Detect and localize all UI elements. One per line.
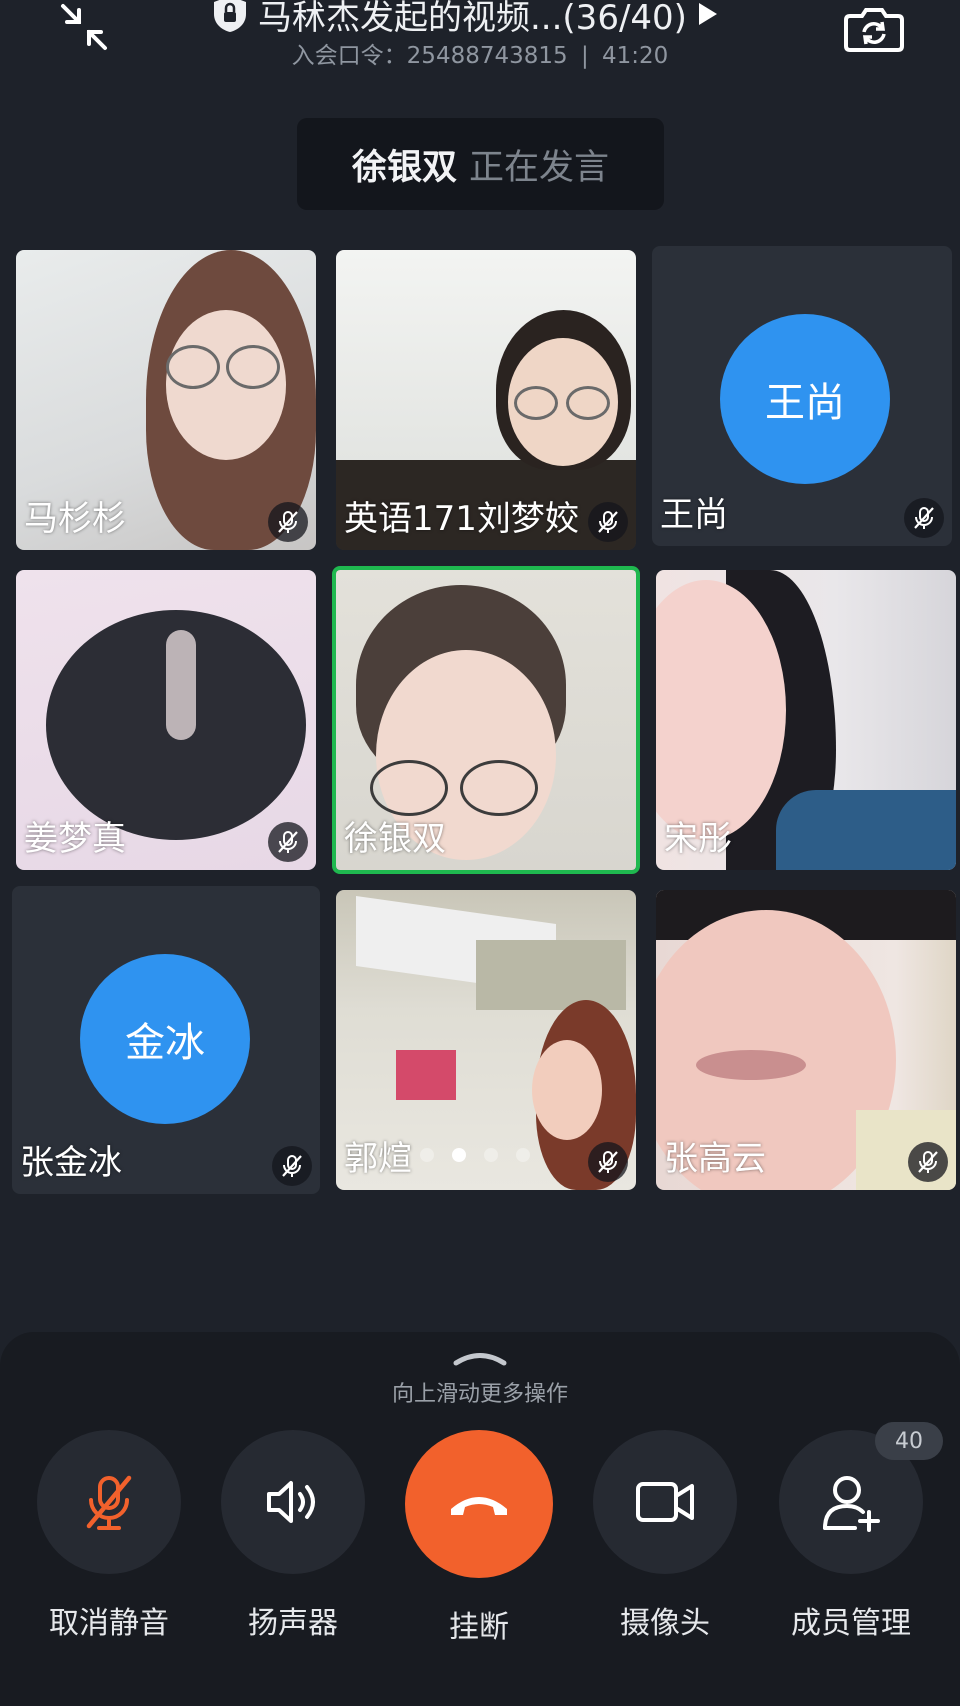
page-indicator[interactable] (420, 1148, 530, 1162)
member-count-badge: 40 (875, 1422, 943, 1460)
active-speaker-name: 徐银双 (351, 147, 457, 188)
participant-tile[interactable]: 宋彤 (656, 570, 956, 870)
member-management-label: 成员管理 (791, 1606, 911, 1641)
meeting-title: 马秫杰发起的视频...(36/40) (258, 0, 687, 38)
top-bar: 马秫杰发起的视频...(36/40) 入会口令：25488743815 | 41… (0, 0, 960, 90)
passcode: 25488743815 (406, 43, 568, 69)
phone-hangup-icon[interactable] (405, 1430, 553, 1578)
mic-off-icon (272, 1146, 312, 1186)
page-dot[interactable] (484, 1148, 498, 1162)
meeting-title-row[interactable]: 马秫杰发起的视频...(36/40) (210, 0, 770, 38)
participant-name: 郭煊 (344, 1139, 412, 1179)
mic-off-icon (908, 1142, 948, 1182)
add-user-icon[interactable]: 40 (779, 1422, 943, 1574)
swipe-hint: 向上滑动更多操作 (391, 1382, 568, 1407)
mic-off-icon (588, 502, 628, 542)
meeting-duration: 41:20 (602, 43, 669, 69)
unmute-label: 取消静音 (49, 1606, 169, 1641)
active-speaker-status: 正在发言 (469, 147, 610, 188)
unmute-button[interactable]: 取消静音 (34, 1430, 184, 1642)
meta-separator: | (580, 43, 589, 69)
camera-label: 摄像头 (620, 1606, 710, 1641)
play-icon (698, 3, 717, 25)
participant-tile[interactable]: 英语171刘梦姣 (336, 250, 636, 550)
speaker-label: 扬声器 (248, 1606, 338, 1641)
page-dot-active[interactable] (452, 1148, 466, 1162)
mic-off-icon (588, 1142, 628, 1182)
page-dot[interactable] (420, 1148, 434, 1162)
participant-tile[interactable]: 姜梦真 (16, 570, 316, 870)
participant-name: 王尚 (660, 495, 728, 535)
participant-name: 姜梦真 (24, 819, 126, 859)
avatar: 王尚 (720, 314, 890, 484)
participant-name: 马杉杉 (24, 499, 126, 539)
passcode-label: 入会口令： (291, 43, 407, 69)
camera-switch-icon[interactable] (842, 2, 906, 56)
speaker-button[interactable]: 扬声器 (218, 1430, 368, 1642)
participant-tile[interactable]: 张高云 (656, 890, 956, 1190)
participant-name: 徐银双 (344, 819, 446, 859)
participant-name: 张金冰 (20, 1143, 122, 1183)
active-speaker-banner: 徐银双 正在发言 (297, 118, 664, 210)
participant-tile-active[interactable]: 徐银双 (332, 566, 640, 874)
speaker-icon[interactable] (221, 1430, 365, 1574)
avatar: 金冰 (80, 954, 250, 1124)
hangup-label: 挂断 (449, 1610, 509, 1645)
mic-off-icon (268, 822, 308, 862)
participant-name: 英语171刘梦姣 (344, 499, 579, 539)
swipe-up-chevron-icon[interactable] (452, 1350, 508, 1366)
participant-tile[interactable]: 王尚 王尚 (652, 246, 952, 546)
mic-off-icon (904, 498, 944, 538)
participant-name: 张高云 (664, 1139, 766, 1179)
participant-name: 宋彤 (664, 819, 732, 859)
participant-tile[interactable]: 马杉杉 (16, 250, 316, 550)
control-panel[interactable]: 向上滑动更多操作 取消静音 扬声器 挂断 摄像头 40 成员管理 (0, 1332, 960, 1706)
member-management-button[interactable]: 40 成员管理 (776, 1422, 943, 1642)
page-dot[interactable] (516, 1148, 530, 1162)
camera-button[interactable]: 摄像头 (590, 1430, 740, 1642)
hangup-button[interactable]: 挂断 (404, 1430, 554, 1646)
participant-tile[interactable]: 金冰 张金冰 (12, 886, 320, 1194)
lock-icon (210, 0, 250, 34)
mic-off-icon (268, 502, 308, 542)
meeting-meta: 入会口令：25488743815 | 41:20 (0, 36, 960, 70)
participant-tile[interactable]: 郭煊 (336, 890, 636, 1190)
video-camera-icon[interactable] (593, 1430, 737, 1574)
mic-off-icon[interactable] (37, 1430, 181, 1574)
